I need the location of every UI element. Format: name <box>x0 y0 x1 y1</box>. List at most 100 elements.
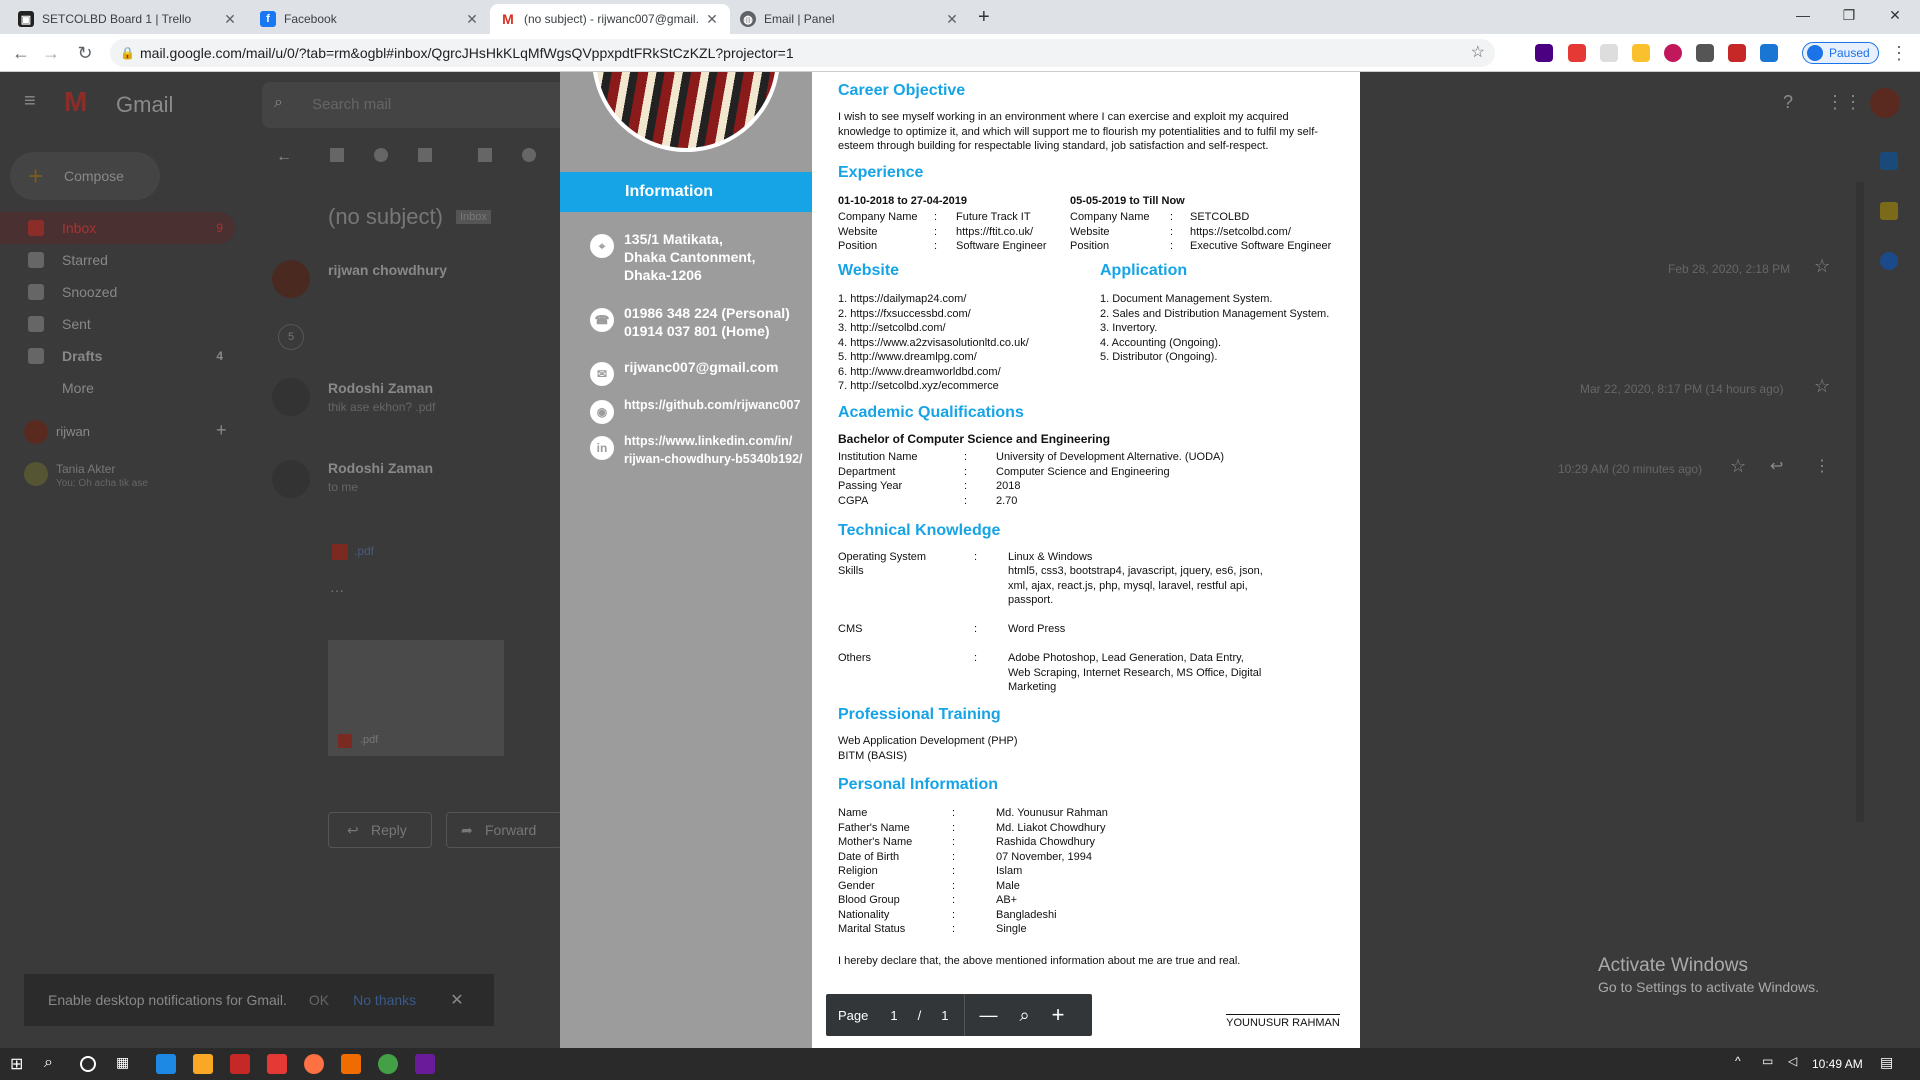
inbox-label-chip[interactable]: Inbox <box>456 210 491 224</box>
scrollbar[interactable] <box>1856 182 1864 822</box>
tasks-icon[interactable] <box>1880 252 1898 270</box>
sidebar-item-drafts[interactable]: Drafts 4 <box>0 340 235 372</box>
collapsed-messages-count[interactable]: 5 <box>278 324 304 350</box>
more-vert-icon[interactable]: ⋮ <box>1814 456 1830 476</box>
maximize-button[interactable]: ❐ <box>1826 0 1872 30</box>
apps-grid-icon[interactable]: ⋮⋮ <box>1826 92 1862 113</box>
sender-name[interactable]: Rodoshi Zaman <box>328 380 433 396</box>
hamburger-menu-icon[interactable]: ≡ <box>24 90 36 113</box>
gmail-logo[interactable]: M <box>64 86 87 118</box>
tab-trello[interactable]: ▣ SETCOLBD Board 1 | Trello ✕ <box>8 4 248 34</box>
forward-button[interactable]: ➦ Forward <box>446 812 562 848</box>
tab-gmail[interactable]: M (no subject) - rijwanc007@gmail. ✕ <box>490 4 730 34</box>
task-view-icon[interactable]: ▦ <box>116 1054 136 1074</box>
compose-button[interactable]: + Compose <box>10 152 160 200</box>
cortana-icon[interactable] <box>80 1056 96 1072</box>
field-value: University of Development Alternative. (… <box>996 451 1225 463</box>
clock[interactable]: 10:49 AM <box>1812 1057 1863 1071</box>
field-label: Mother's Name <box>838 836 913 848</box>
tray-chevron-icon[interactable]: ^ <box>1735 1054 1755 1074</box>
forward-arrow-icon[interactable]: → <box>40 42 62 64</box>
extension-icon[interactable] <box>1664 44 1682 62</box>
list-item: 2. Sales and Distribution Management Sys… <box>1100 307 1330 320</box>
avatar[interactable] <box>1870 88 1900 118</box>
sidebar-item-snoozed[interactable]: Snoozed <box>0 276 235 308</box>
firefox-icon[interactable] <box>304 1054 324 1074</box>
tab-facebook[interactable]: f Facebook ✕ <box>250 4 490 34</box>
keep-icon[interactable] <box>1880 202 1898 220</box>
profile-button[interactable]: Paused <box>1802 42 1879 64</box>
menu-dots-icon[interactable]: ⋮ <box>1888 42 1910 64</box>
attachment-link[interactable]: .pdf <box>354 544 374 558</box>
search-icon[interactable]: ⌕ <box>274 94 283 112</box>
delete-icon[interactable] <box>418 148 432 162</box>
mark-unread-icon[interactable] <box>478 148 492 162</box>
avatar[interactable] <box>24 462 48 486</box>
close-icon[interactable]: ✕ <box>222 11 238 28</box>
address-bar[interactable]: 🔒 mail.google.com/mail/u/0/?tab=rm&ogbl#… <box>110 39 1495 67</box>
chrome-icon[interactable] <box>378 1054 398 1074</box>
no-thanks-button[interactable]: No thanks <box>353 992 416 1008</box>
network-icon[interactable]: ▭ <box>1762 1054 1782 1074</box>
extension-icon[interactable] <box>1568 44 1586 62</box>
add-icon[interactable]: + <box>216 420 227 441</box>
back-arrow-icon[interactable]: ← <box>276 148 292 166</box>
field-value: 2.70 <box>996 494 1018 507</box>
new-tab-button[interactable]: + <box>978 6 990 29</box>
close-icon[interactable]: ✕ <box>450 990 463 1010</box>
avatar[interactable] <box>24 420 48 444</box>
reply-button[interactable]: ↩ Reply <box>328 812 432 848</box>
snooze-icon[interactable] <box>522 148 536 162</box>
extension-icon[interactable] <box>1600 44 1618 62</box>
archive-icon[interactable] <box>330 148 344 162</box>
minimize-button[interactable]: — <box>1780 0 1826 30</box>
sidebar-item-more[interactable]: More <box>0 372 235 404</box>
back-arrow-icon[interactable]: ← <box>10 42 32 64</box>
attachment-thumbnail[interactable] <box>328 640 504 756</box>
zoom-icon[interactable]: ⌕ <box>1019 1005 1029 1026</box>
star-icon[interactable]: ☆ <box>1814 376 1830 397</box>
close-icon[interactable]: ✕ <box>944 11 960 28</box>
calendar-icon[interactable] <box>1880 152 1898 170</box>
zoom-in-icon[interactable]: + <box>1052 1002 1065 1028</box>
acrobat-icon[interactable] <box>267 1054 287 1074</box>
close-icon[interactable]: ✕ <box>704 11 720 28</box>
close-window-button[interactable]: ✕ <box>1872 0 1918 30</box>
ok-button[interactable]: OK <box>309 992 329 1008</box>
reload-icon[interactable]: ↻ <box>74 42 96 64</box>
volume-icon[interactable]: ◁ <box>1788 1054 1808 1074</box>
extension-icon[interactable] <box>1535 44 1553 62</box>
report-spam-icon[interactable] <box>374 148 388 162</box>
star-icon[interactable]: ☆ <box>1814 256 1830 277</box>
sidebar-item-inbox[interactable]: Inbox 9 <box>0 212 235 244</box>
sender-name[interactable]: rijwan chowdhury <box>328 262 447 278</box>
sidebar-item-sent[interactable]: Sent <box>0 308 235 340</box>
windows-start-icon[interactable]: ⊞ <box>10 1054 30 1074</box>
more-horiz-icon[interactable]: ··· <box>330 582 344 598</box>
extension-icon[interactable] <box>1760 44 1778 62</box>
app-icon[interactable] <box>341 1054 361 1074</box>
app-icon[interactable] <box>230 1054 250 1074</box>
tab-email-panel[interactable]: ◍ Email | Panel ✕ <box>730 4 970 34</box>
sender-name[interactable]: Rodoshi Zaman <box>328 460 433 476</box>
recipient-line[interactable]: to me <box>328 480 358 494</box>
reply-icon[interactable]: ↩ <box>1770 456 1783 476</box>
star-icon[interactable]: ☆ <box>1730 456 1746 477</box>
sidebar-item-label: More <box>62 380 94 396</box>
extension-icon[interactable] <box>1632 44 1650 62</box>
file-explorer-icon[interactable] <box>193 1054 213 1074</box>
sidebar-item-starred[interactable]: Starred <box>0 244 235 276</box>
extension-icon[interactable] <box>1696 44 1714 62</box>
notifications-icon[interactable]: ▤ <box>1880 1054 1900 1074</box>
phpstorm-icon[interactable] <box>415 1054 435 1074</box>
zoom-out-icon[interactable]: — <box>979 1005 997 1026</box>
bookmark-star-icon[interactable]: ☆ <box>1471 39 1485 67</box>
close-icon[interactable]: ✕ <box>464 11 480 28</box>
page-current[interactable]: 1 <box>890 1008 897 1023</box>
edge-icon[interactable] <box>156 1054 176 1074</box>
list-item: BITM (BASIS) <box>838 749 908 762</box>
field-value: Word Press <box>1008 623 1066 635</box>
help-icon[interactable]: ? <box>1783 92 1793 113</box>
extension-icon[interactable] <box>1728 44 1746 62</box>
search-icon[interactable]: ⌕ <box>44 1054 64 1074</box>
